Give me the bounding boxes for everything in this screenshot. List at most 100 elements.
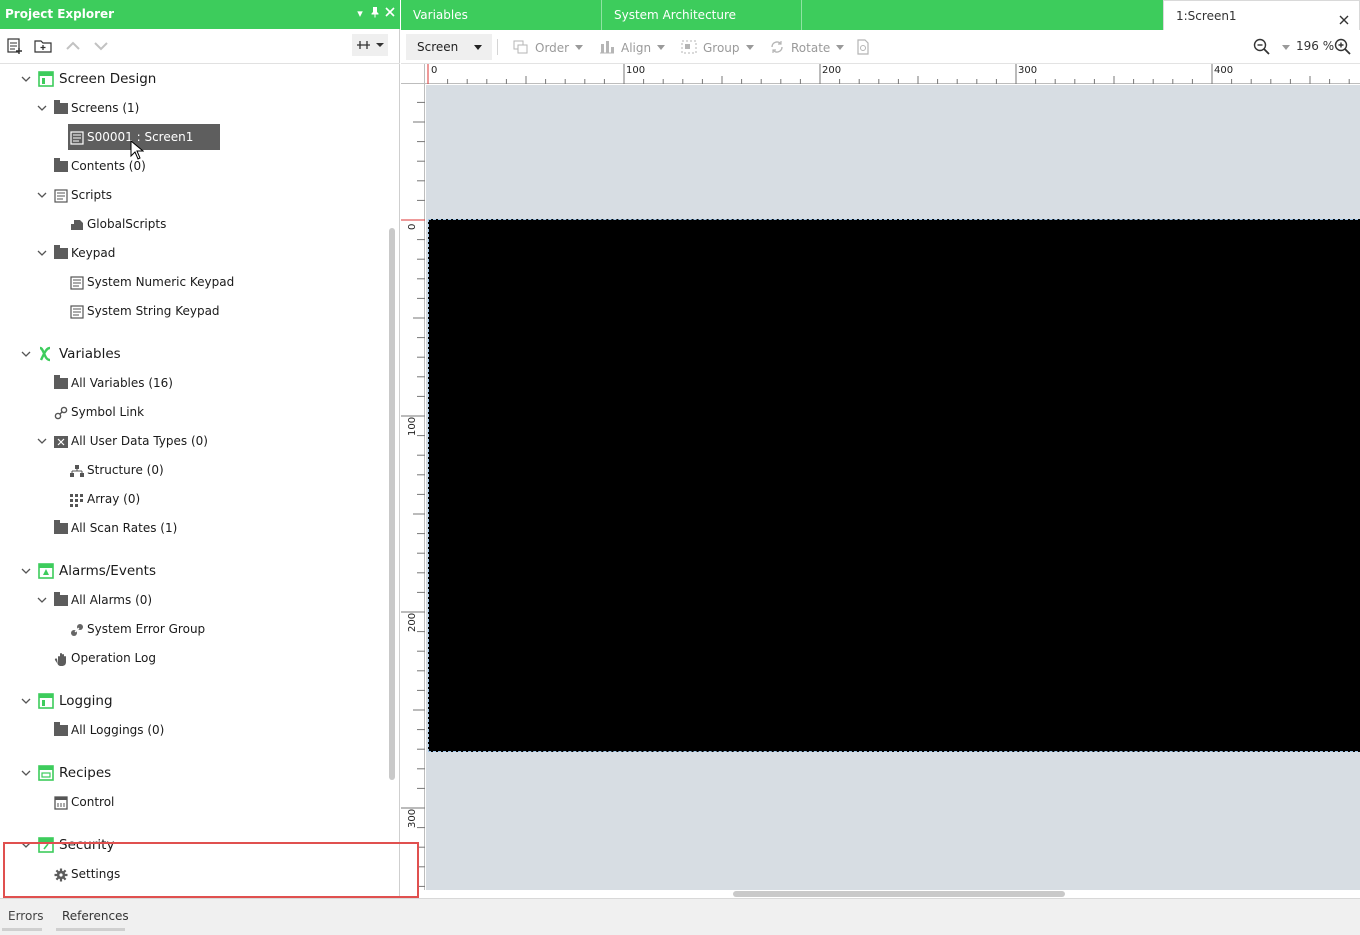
close-panel-icon[interactable] — [383, 6, 397, 22]
design-canvas[interactable] — [426, 85, 1360, 890]
move-down-icon[interactable] — [92, 37, 112, 55]
hand-icon — [54, 651, 68, 666]
zoom-in-icon[interactable] — [1334, 38, 1352, 56]
pin-icon[interactable] — [368, 6, 382, 22]
ruler-label: 0 — [431, 65, 438, 76]
link-icon — [54, 405, 68, 420]
control-icon — [54, 795, 68, 810]
project-tree: Screen Design Screens (1) S00001 : Scree… — [0, 64, 390, 898]
project-explorer-panel: Project Explorer ▾ Screen Design Screens… — [0, 0, 400, 898]
folder-icon — [54, 592, 68, 607]
editor-toolbar: Screen Order Align Group Rotate 196 % — [401, 30, 1360, 64]
structure-icon — [70, 463, 84, 477]
ruler-label: 300 — [1018, 65, 1038, 76]
tab-screen1[interactable]: 1:Screen1 — [1163, 0, 1360, 30]
project-explorer-header: Project Explorer ▾ — [0, 0, 400, 29]
alarm-icon — [38, 563, 54, 579]
folder-icon — [54, 722, 68, 737]
tab-screen1-label: 1:Screen1 — [1176, 9, 1237, 23]
tab-system-architecture[interactable]: System Architecture — [602, 0, 802, 30]
error-group-icon — [70, 622, 84, 636]
folder-icon — [54, 520, 68, 535]
vertical-ruler-ticks — [401, 101, 425, 887]
align-icon — [599, 40, 615, 54]
order-icon — [513, 40, 529, 54]
screen-dropdown-label: Screen — [417, 40, 459, 54]
chevron-down-icon[interactable] — [36, 97, 48, 119]
toolbar-divider — [497, 39, 498, 55]
global-scripts-icon — [70, 217, 84, 231]
highlight-annotation — [3, 842, 419, 898]
data-type-folder-icon — [54, 434, 68, 448]
app-window: Project Explorer ▾ Screen Design Screens… — [0, 0, 1360, 935]
zoom-out-icon[interactable] — [1253, 38, 1271, 56]
screen-canvas[interactable] — [428, 219, 1360, 752]
chevron-down-icon — [836, 45, 845, 50]
bottom-tab-bar: Errors References — [0, 898, 1360, 935]
page-icon — [70, 304, 84, 319]
chevron-down-icon[interactable] — [20, 690, 32, 712]
screen-page-icon — [70, 130, 84, 145]
ruler-label: 100 — [626, 65, 646, 76]
chevron-down-icon[interactable] — [36, 242, 48, 264]
chevron-down-icon[interactable] — [36, 430, 48, 452]
order-button[interactable]: Order — [513, 39, 584, 57]
order-label: Order — [535, 41, 570, 55]
page-icon — [70, 275, 84, 290]
ruler-label: 400 — [1214, 65, 1234, 76]
folder-icon — [54, 245, 68, 260]
close-tab-icon[interactable] — [1337, 8, 1351, 25]
ruler-corner — [401, 64, 425, 84]
new-item-icon[interactable] — [6, 37, 26, 55]
vertical-ruler: 0 100 200 300 — [401, 84, 425, 890]
variables-icon — [38, 346, 54, 362]
zoom-dropdown-icon[interactable] — [1282, 45, 1290, 50]
editor-panel: Variables System Architecture 1:Screen1 … — [401, 0, 1360, 898]
folder-icon — [54, 100, 68, 115]
document-icon[interactable] — [856, 39, 870, 55]
document-tabs: Variables System Architecture 1:Screen1 — [401, 0, 1360, 30]
ruler-label: 100 — [407, 416, 418, 436]
chevron-down-icon[interactable] — [20, 343, 32, 365]
tab-errors[interactable]: Errors — [2, 907, 44, 931]
move-up-icon[interactable] — [64, 37, 84, 55]
chevron-down-icon[interactable] — [20, 560, 32, 582]
rotate-button[interactable]: Rotate — [769, 39, 845, 57]
group-button[interactable]: Group — [681, 39, 754, 57]
ruler-label: 200 — [407, 612, 418, 632]
chevron-down-icon — [657, 45, 666, 50]
array-icon — [70, 492, 84, 507]
chevron-down-icon — [474, 45, 482, 50]
screen-dropdown[interactable]: Screen — [406, 34, 492, 60]
chevron-down-icon — [745, 45, 754, 50]
tab-references[interactable]: References — [56, 907, 129, 931]
align-button[interactable]: Align — [599, 39, 666, 57]
chevron-down-icon[interactable] — [36, 184, 48, 206]
pin-options-button[interactable] — [352, 34, 388, 56]
dropdown-icon[interactable]: ▾ — [353, 6, 367, 22]
logging-icon — [38, 693, 54, 709]
rotate-icon — [769, 40, 785, 54]
new-folder-icon[interactable] — [34, 37, 54, 55]
horizontal-scrollbar[interactable] — [733, 891, 1065, 897]
ruler-label: 200 — [822, 65, 842, 76]
scripts-icon — [54, 188, 68, 203]
align-label: Align — [621, 41, 652, 55]
zoom-level: 196 % — [1296, 39, 1335, 53]
screen-design-icon — [38, 71, 54, 87]
horizontal-ruler: 0 100 200 300 400 — [425, 64, 1360, 84]
group-icon — [681, 40, 697, 54]
chevron-down-icon[interactable] — [36, 589, 48, 611]
chevron-down-icon — [575, 45, 584, 50]
folder-icon — [54, 158, 68, 173]
chevron-down-icon[interactable] — [20, 762, 32, 784]
chevron-down-icon[interactable] — [20, 68, 32, 90]
vertical-scrollbar[interactable] — [389, 228, 395, 780]
folder-icon — [54, 375, 68, 390]
panel-title: Project Explorer — [5, 7, 115, 21]
recipes-icon — [38, 765, 54, 781]
group-label: Group — [703, 41, 740, 55]
rotate-label: Rotate — [791, 41, 831, 55]
tab-variables[interactable]: Variables — [401, 0, 602, 30]
ruler-label: 0 — [407, 223, 418, 230]
